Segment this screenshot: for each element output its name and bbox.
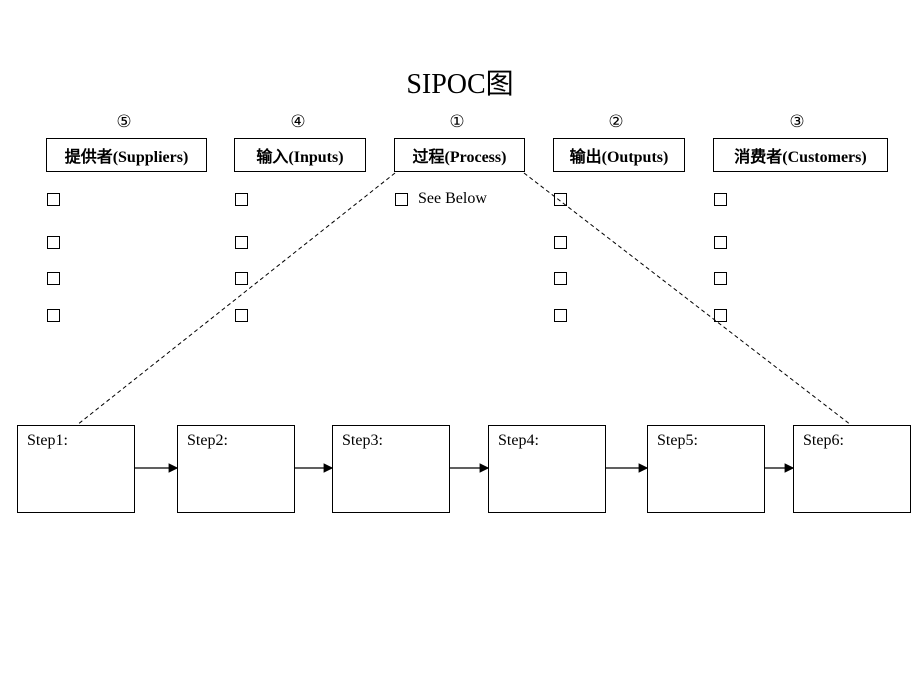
dashed-line-right <box>523 172 852 426</box>
step-label-1: Step1: <box>27 432 68 449</box>
header-suppliers: 提供者(Suppliers) <box>46 138 207 172</box>
step-box-3: Step3: <box>332 425 450 513</box>
diagram-title: SIPOC图 <box>406 69 514 100</box>
step-label-4: Step4: <box>498 432 539 449</box>
checkbox-customers-3[interactable] <box>714 272 727 285</box>
process-item-label: See Below <box>418 190 487 207</box>
checkbox-customers-2[interactable] <box>714 236 727 249</box>
step-label-3: Step3: <box>342 432 383 449</box>
step-box-1: Step1: <box>17 425 135 513</box>
checkbox-outputs-4[interactable] <box>554 309 567 322</box>
column-number-suppliers: ⑤ <box>116 112 132 131</box>
step-box-6: Step6: <box>793 425 911 513</box>
checkbox-inputs-2[interactable] <box>235 236 248 249</box>
dashed-line-left <box>76 172 396 426</box>
step-label-6: Step6: <box>803 432 844 449</box>
column-number-outputs: ② <box>608 112 624 131</box>
checkbox-suppliers-1[interactable] <box>47 193 60 206</box>
checkbox-customers-1[interactable] <box>714 193 727 206</box>
checkbox-suppliers-3[interactable] <box>47 272 60 285</box>
step-label-5: Step5: <box>657 432 698 449</box>
checkbox-customers-4[interactable] <box>714 309 727 322</box>
step-box-2: Step2: <box>177 425 295 513</box>
checkbox-outputs-2[interactable] <box>554 236 567 249</box>
checkbox-process-1[interactable] <box>395 193 408 206</box>
header-inputs: 输入(Inputs) <box>234 138 366 172</box>
checkbox-inputs-1[interactable] <box>235 193 248 206</box>
checkbox-suppliers-4[interactable] <box>47 309 60 322</box>
header-outputs: 输出(Outputs) <box>553 138 685 172</box>
column-number-inputs: ④ <box>290 112 306 131</box>
connector-lines <box>76 172 852 473</box>
header-process: 过程(Process) <box>394 138 525 172</box>
step-label-2: Step2: <box>187 432 228 449</box>
step-box-5: Step5: <box>647 425 765 513</box>
checkbox-inputs-4[interactable] <box>235 309 248 322</box>
header-customers: 消费者(Customers) <box>713 138 888 172</box>
checkbox-outputs-1[interactable] <box>554 193 567 206</box>
checkbox-outputs-3[interactable] <box>554 272 567 285</box>
step-box-4: Step4: <box>488 425 606 513</box>
column-number-process: ① <box>449 112 465 131</box>
column-number-customers: ③ <box>789 112 805 131</box>
checkbox-inputs-3[interactable] <box>235 272 248 285</box>
checkbox-suppliers-2[interactable] <box>47 236 60 249</box>
